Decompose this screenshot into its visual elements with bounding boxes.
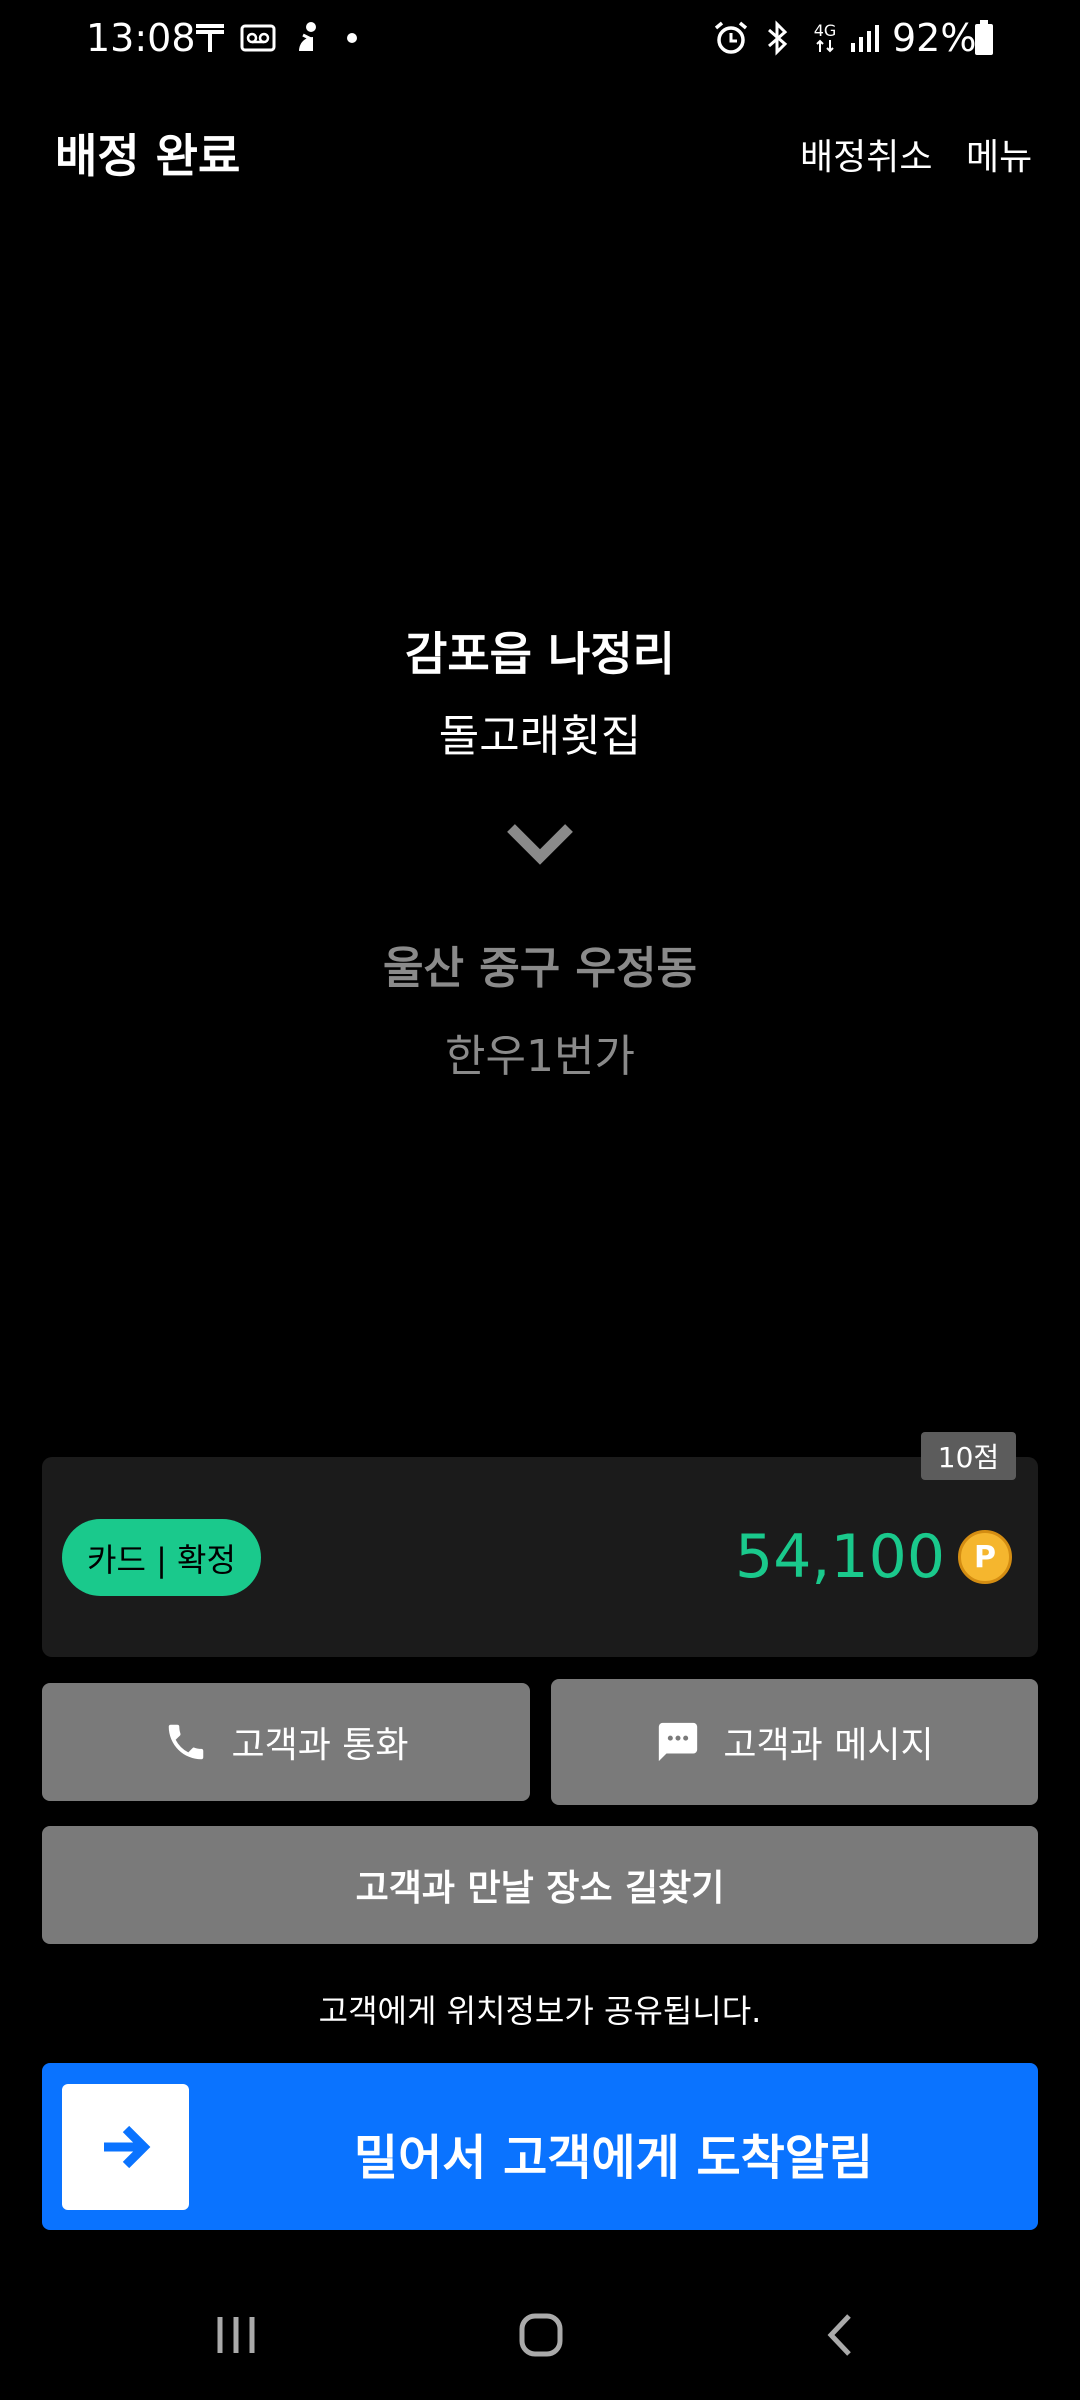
payment-status-badge: 카드 | 확정	[62, 1519, 261, 1596]
chevron-down-icon	[505, 820, 575, 870]
slider-handle[interactable]	[62, 2084, 189, 2210]
recents-icon[interactable]	[200, 2305, 272, 2365]
origin-place: 돌고래횟집	[438, 711, 642, 762]
status-time: 13:08	[86, 16, 196, 60]
message-customer-label: 고객과 메시지	[723, 1725, 934, 1766]
coin-label: P	[974, 1539, 996, 1575]
destination-place: 한우1번가	[445, 1031, 635, 1082]
call-customer-label: 고객과 통화	[231, 1725, 409, 1766]
navigate-meeting-place-label: 고객과 만날 장소 길찾기	[355, 1868, 725, 1909]
status-bar: 13:08 4G 92%	[0, 0, 1080, 80]
score-badge: 10점	[921, 1432, 1016, 1480]
navigate-meeting-place-button[interactable]: 고객과 만날 장소 길찾기	[42, 1826, 1038, 1944]
battery-icon	[972, 18, 996, 58]
network-type-label: 4G	[813, 21, 837, 40]
origin-area: 감포읍 나정리	[405, 627, 675, 681]
fare-amount: 54,100	[735, 1522, 945, 1592]
t-icon	[190, 18, 230, 58]
slider-label: 밀어서 고객에게 도착알림	[353, 2130, 874, 2186]
dot-icon	[342, 18, 362, 58]
message-icon	[659, 1722, 698, 1762]
cancel-assignment-button[interactable]: 배정취소	[800, 128, 932, 180]
figure-icon	[288, 18, 328, 58]
4g-icon: 4G	[808, 18, 842, 58]
arrow-right-icon	[103, 2125, 150, 2169]
location-share-notice: 고객에게 위치정보가 공유됩니다.	[318, 1992, 762, 2030]
back-icon[interactable]	[805, 2305, 877, 2365]
bluetooth-icon	[760, 18, 794, 58]
point-coin-icon: P	[958, 1530, 1012, 1584]
call-customer-button[interactable]: 고객과 통화	[42, 1683, 530, 1801]
voicemail-icon	[238, 18, 278, 58]
message-customer-button[interactable]: 고객과 메시지	[551, 1679, 1038, 1805]
alarm-icon	[710, 18, 752, 58]
home-icon[interactable]	[505, 2305, 577, 2365]
destination-area: 울산 중구 우정동	[383, 943, 697, 994]
battery-percent: 92%	[892, 16, 977, 60]
page-title: 배정 완료	[55, 129, 241, 183]
phone-icon	[169, 1724, 204, 1760]
menu-button[interactable]: 메뉴	[966, 128, 1032, 180]
signal-icon	[848, 18, 882, 58]
